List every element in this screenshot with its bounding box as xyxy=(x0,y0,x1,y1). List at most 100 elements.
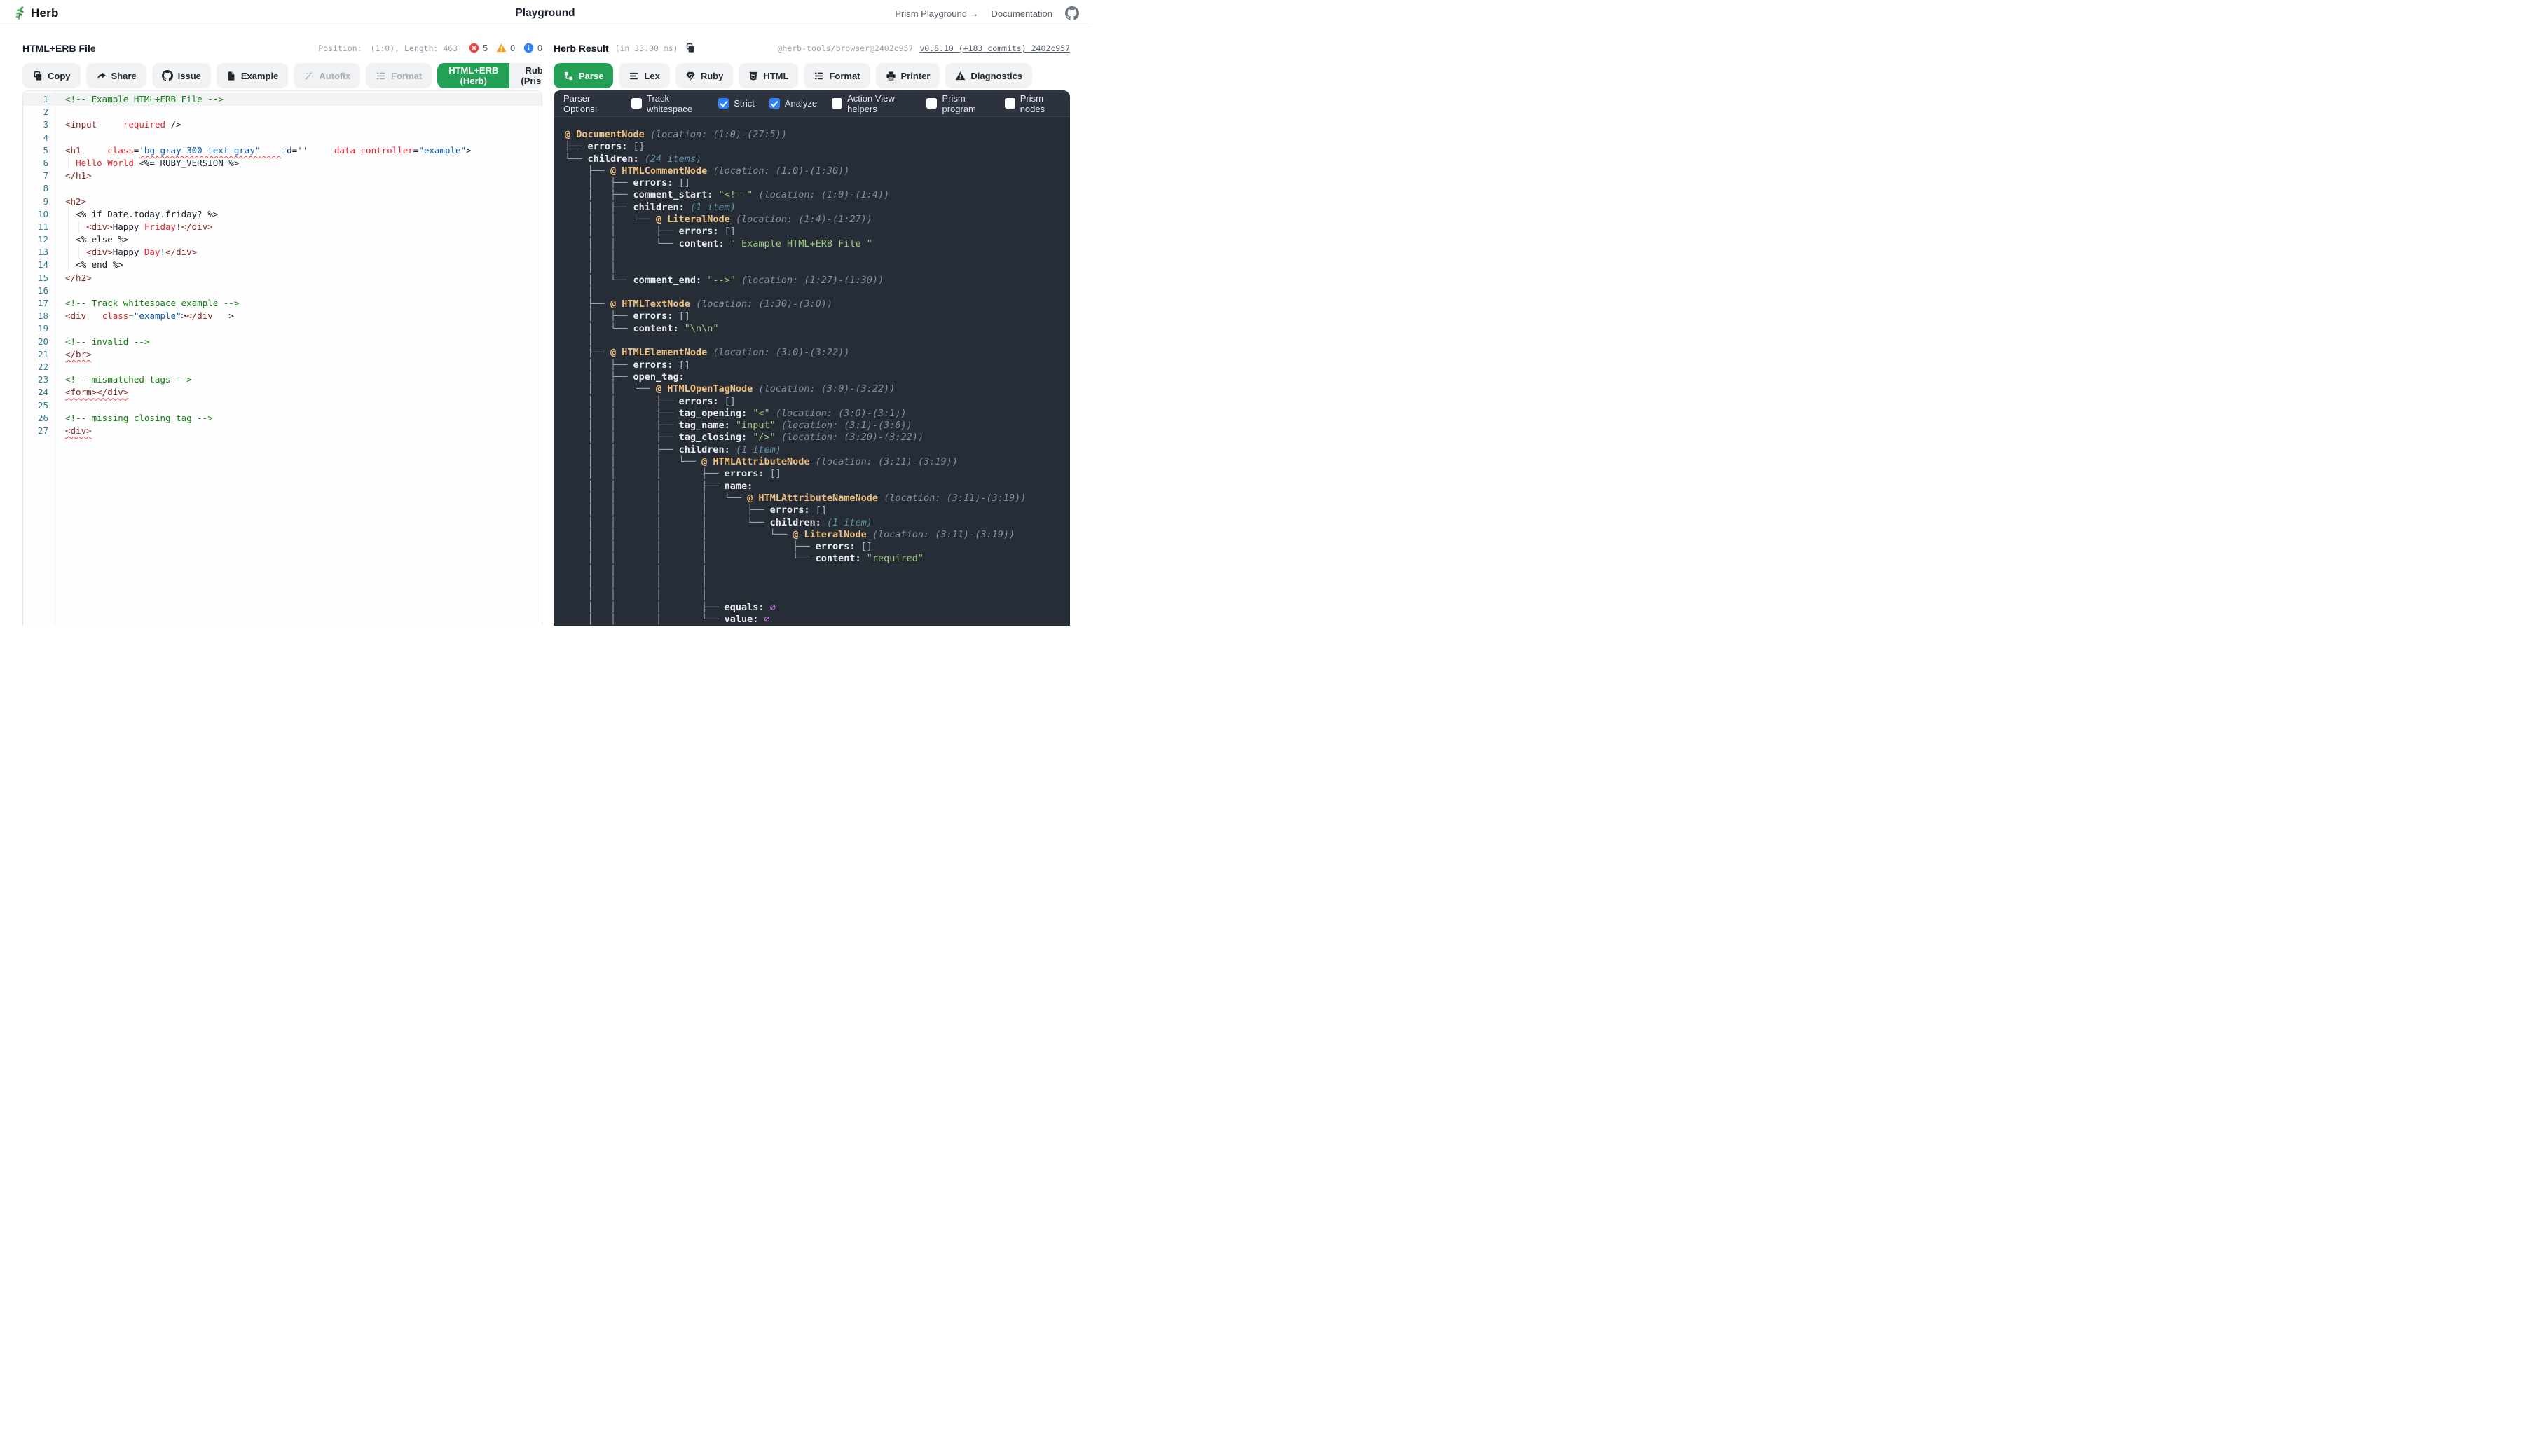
code-line[interactable]: <h1 class='bg-gray-300 text-gray" id='' … xyxy=(55,144,542,157)
lex-button-label: Lex xyxy=(644,71,659,81)
parse-button[interactable]: Parse xyxy=(554,63,613,88)
line-number: 6 xyxy=(23,157,55,170)
parser-option-label: Strict xyxy=(734,98,755,109)
example-button[interactable]: Example xyxy=(217,63,288,88)
tree-line: │ xyxy=(565,335,1059,347)
code-area[interactable]: <!-- Example HTML+ERB File --> <input req… xyxy=(55,91,542,626)
checkbox-icon[interactable] xyxy=(718,98,729,109)
code-line[interactable]: </br> xyxy=(55,348,542,361)
parser-option-prism-nodes[interactable]: Prism nodes xyxy=(1005,93,1060,114)
parse-time: (in 33.00 ms) xyxy=(615,43,678,53)
format-button[interactable]: Format xyxy=(366,63,432,88)
github-icon[interactable] xyxy=(1065,6,1079,20)
code-line[interactable]: <div>Happy Friday!</div> xyxy=(55,221,542,233)
code-line[interactable]: <!-- mismatched tags --> xyxy=(55,373,542,386)
code-line[interactable]: <!-- Track whitespace example --> xyxy=(55,297,542,310)
parser-option-action-view-helpers[interactable]: Action View helpers xyxy=(832,93,912,114)
app-logo[interactable]: Herb xyxy=(11,6,59,21)
parser-option-strict[interactable]: Strict xyxy=(718,98,755,109)
parser-option-label: Track whitespace xyxy=(647,93,704,114)
code-line[interactable]: <form></div> xyxy=(55,386,542,399)
diagnostic-count: 0 xyxy=(510,43,515,53)
indent-guide xyxy=(68,157,69,170)
position-value: (1:0), Length: 463 xyxy=(371,43,458,53)
code-line[interactable]: </h1> xyxy=(55,170,542,182)
share-button[interactable]: Share xyxy=(86,63,146,88)
code-line[interactable] xyxy=(55,106,542,118)
checkbox-icon[interactable] xyxy=(769,98,780,109)
tree-line: │ │ ├── errors: [] xyxy=(565,226,1059,238)
copy-button[interactable]: Copy xyxy=(22,63,81,88)
checkbox-icon[interactable] xyxy=(832,98,842,109)
code-line[interactable] xyxy=(55,182,542,195)
code-editor[interactable]: 1234567891011121314151617181920212223242… xyxy=(22,90,542,626)
line-number: 11 xyxy=(23,221,55,233)
code-line[interactable]: <div>Happy Day!</div> xyxy=(55,246,542,259)
format-button-label: Format xyxy=(391,71,422,81)
version-link[interactable]: v0.8.10 (+183 commits) 2402c957 xyxy=(919,43,1070,53)
code-line[interactable]: </h2> xyxy=(55,272,542,284)
indent-guide xyxy=(68,259,69,271)
code-line[interactable]: <!-- Example HTML+ERB File --> xyxy=(55,93,542,106)
tree-line: │ │ │ └── value: ∅ xyxy=(565,614,1059,626)
code-line[interactable]: <!-- invalid --> xyxy=(55,336,542,348)
printer-icon xyxy=(886,71,896,81)
source-panel-title: HTML+ERB File xyxy=(22,43,96,54)
tree-line: │ │ │ ├── name: xyxy=(565,481,1059,493)
example-button-label: Example xyxy=(241,71,278,81)
warning-icon xyxy=(496,43,507,53)
format-button[interactable]: Format xyxy=(804,63,870,88)
parser-option-analyze[interactable]: Analyze xyxy=(769,98,817,109)
x-circle-icon xyxy=(469,43,479,53)
autofix-button[interactable]: Autofix xyxy=(294,63,360,88)
issue-button[interactable]: Issue xyxy=(152,63,211,88)
code-line[interactable]: <% if Date.today.friday? %> xyxy=(55,208,542,221)
code-line[interactable]: <% else %> xyxy=(55,233,542,246)
nav-link-prism-playground[interactable]: Prism Playground → xyxy=(895,8,978,19)
tree-output[interactable]: @ DocumentNode (location: (1:0)-(27:5))├… xyxy=(554,117,1070,626)
mode-tab-herb[interactable]: HTML+ERB (Herb) xyxy=(437,63,509,88)
code-line[interactable]: <div> xyxy=(55,425,542,437)
line-number: 12 xyxy=(23,233,55,246)
html-button[interactable]: HTML xyxy=(739,63,798,88)
indent-guide xyxy=(68,246,69,259)
checkbox-icon[interactable] xyxy=(926,98,937,109)
code-line[interactable] xyxy=(55,361,542,373)
parser-option-label: Action View helpers xyxy=(847,93,912,114)
parser-option-prism-program[interactable]: Prism program xyxy=(926,93,989,114)
line-number: 4 xyxy=(23,132,55,144)
wand-icon xyxy=(303,71,314,81)
code-line[interactable]: <% end %> xyxy=(55,259,542,271)
code-line[interactable] xyxy=(55,322,542,335)
line-number: 2 xyxy=(23,106,55,118)
html-button-label: HTML xyxy=(763,71,788,81)
printer-button[interactable]: Printer xyxy=(876,63,940,88)
checkbox-icon[interactable] xyxy=(1005,98,1015,109)
tree-line: │ │ │ │ └── content: "required" xyxy=(565,553,1059,565)
copy-button-label: Copy xyxy=(48,71,71,81)
mode-tab-prism[interactable]: Ruby (Prism) xyxy=(509,63,542,88)
lex-button[interactable]: Lex xyxy=(619,63,669,88)
line-number: 21 xyxy=(23,348,55,361)
parser-option-track-whitespace[interactable]: Track whitespace xyxy=(631,93,704,114)
tree-line: │ ├── errors: [] xyxy=(565,310,1059,322)
code-line[interactable] xyxy=(55,399,542,412)
copy-icon xyxy=(32,71,43,81)
ruby-button[interactable]: Ruby xyxy=(675,63,734,88)
line-number: 8 xyxy=(23,182,55,195)
code-line[interactable]: <!-- missing closing tag --> xyxy=(55,412,542,425)
nav-link-documentation[interactable]: Documentation xyxy=(992,8,1052,19)
checkbox-icon[interactable] xyxy=(631,98,642,109)
tree-line: │ │ │ └── @ HTMLAttributeNode (location:… xyxy=(565,456,1059,468)
code-line[interactable]: <div class="example"></div > xyxy=(55,310,542,322)
tree-line: ├── errors: [] xyxy=(565,141,1059,153)
code-line[interactable] xyxy=(55,284,542,297)
code-line[interactable] xyxy=(55,132,542,144)
diagnostics-button[interactable]: Diagnostics xyxy=(945,63,1032,88)
code-line[interactable]: <input required /> xyxy=(55,118,542,131)
parser-options-label: Parser Options: xyxy=(563,93,617,114)
copy-result-button[interactable] xyxy=(685,43,695,53)
code-line[interactable]: Hello World <%= RUBY_VERSION %> xyxy=(55,157,542,170)
code-line[interactable]: <h2> xyxy=(55,195,542,208)
main-content: HTML+ERB File Position: (1:0), Length: 4… xyxy=(22,27,1070,626)
